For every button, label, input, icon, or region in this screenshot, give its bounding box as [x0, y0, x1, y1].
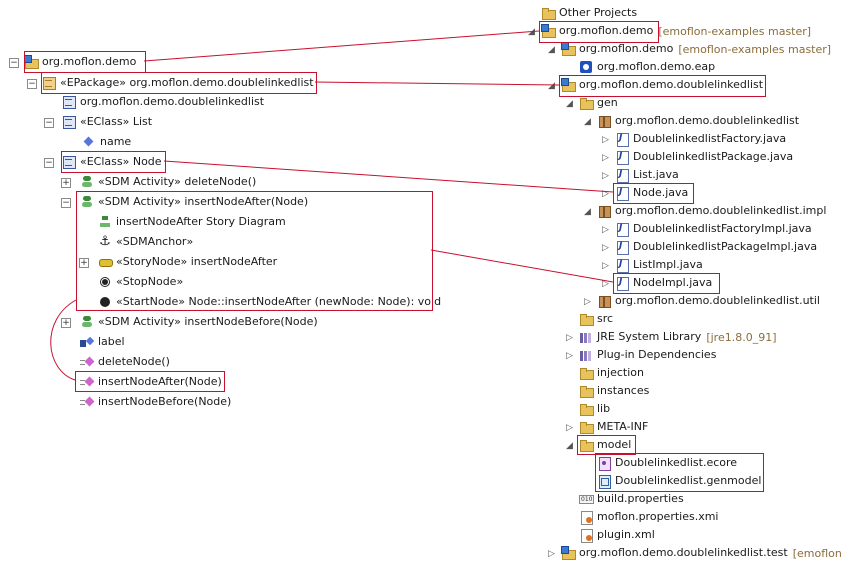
link-activity-operation — [50, 299, 77, 381]
link-eclass-node — [163, 160, 614, 193]
link-project — [143, 30, 540, 62]
link-activity-impl — [430, 249, 614, 283]
connector-lines — [50, 30, 614, 381]
link-epackage — [314, 81, 560, 86]
